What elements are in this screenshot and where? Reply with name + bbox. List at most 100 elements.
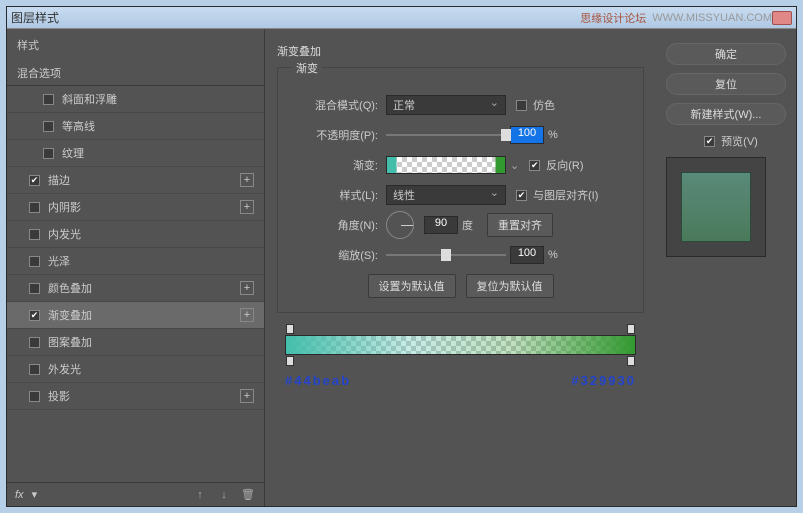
fieldset-legend: 渐变	[292, 60, 322, 76]
angle-input[interactable]: 90	[424, 216, 458, 234]
style-item-label: 光泽	[48, 253, 70, 269]
opacity-stop-left[interactable]	[286, 324, 294, 334]
reset-align-button[interactable]: 重置对齐	[487, 213, 553, 237]
style-checkbox[interactable]	[29, 175, 40, 186]
style-item-11[interactable]: 投影 +	[7, 383, 264, 410]
styles-sidebar: 样式 混合选项 斜面和浮雕等高线纹理描边 + 内阴影 + 内发光光泽颜色叠加 + 渐变叠加 +…	[7, 29, 265, 506]
chevron-down-icon[interactable]: ▾	[32, 488, 38, 501]
right-panel: 确定 复位 新建样式(W)... 预览(V)	[656, 29, 796, 506]
gradient-swatch[interactable]	[386, 156, 506, 174]
style-item-6[interactable]: 光泽	[7, 248, 264, 275]
style-item-label: 内阴影	[48, 199, 81, 215]
arrow-up-icon[interactable]: ↑	[192, 487, 208, 503]
plus-icon[interactable]: +	[240, 200, 254, 214]
gradient-bar[interactable]	[285, 335, 636, 355]
style-item-label: 等高线	[62, 118, 95, 134]
style-checkbox[interactable]	[43, 94, 54, 105]
main-panel: 渐变叠加 渐变 混合模式(Q): 正常 仿色 不透明度(P): 100 % 渐变…	[265, 29, 656, 506]
style-checkbox[interactable]	[43, 121, 54, 132]
plus-icon[interactable]: +	[240, 389, 254, 403]
opacity-label: 不透明度(P):	[292, 127, 378, 143]
style-item-10[interactable]: 外发光	[7, 356, 264, 383]
opacity-stop-right[interactable]	[627, 324, 635, 334]
style-item-label: 外发光	[48, 361, 81, 377]
chevron-down-icon[interactable]: ⌄	[510, 159, 519, 172]
style-checkbox[interactable]	[29, 337, 40, 348]
reverse-label: 反向(R)	[546, 157, 583, 173]
style-item-label: 斜面和浮雕	[62, 91, 117, 107]
cancel-button[interactable]: 复位	[666, 73, 786, 95]
opacity-unit: %	[548, 129, 558, 141]
style-item-7[interactable]: 颜色叠加 +	[7, 275, 264, 302]
style-item-3[interactable]: 描边 +	[7, 167, 264, 194]
blend-mode-select[interactable]: 正常	[386, 95, 506, 115]
style-checkbox[interactable]	[29, 283, 40, 294]
style-item-label: 渐变叠加	[48, 307, 92, 323]
align-checkbox[interactable]	[516, 190, 527, 201]
style-item-4[interactable]: 内阴影 +	[7, 194, 264, 221]
angle-dial[interactable]	[386, 211, 414, 239]
scale-unit: %	[548, 249, 558, 261]
style-label: 样式(L):	[292, 187, 378, 203]
hex-right: #329930	[571, 373, 636, 388]
style-checkbox[interactable]	[43, 148, 54, 159]
plus-icon[interactable]: +	[240, 308, 254, 322]
style-item-label: 纹理	[62, 145, 84, 161]
preview-label: 预览(V)	[721, 133, 758, 149]
fx-label[interactable]: fx	[15, 489, 24, 501]
close-icon[interactable]	[772, 11, 792, 25]
style-item-label: 投影	[48, 388, 70, 404]
dither-checkbox[interactable]	[516, 100, 527, 111]
scale-input[interactable]: 100	[510, 246, 544, 264]
preview-swatch	[681, 172, 751, 242]
style-item-5[interactable]: 内发光	[7, 221, 264, 248]
opacity-slider[interactable]	[386, 125, 506, 145]
style-item-1[interactable]: 等高线	[7, 113, 264, 140]
layer-style-dialog: 图层样式 思缘设计论坛 WWW.MISSYUAN.COM 样式 混合选项 斜面和…	[6, 6, 797, 507]
scale-label: 缩放(S):	[292, 247, 378, 263]
style-item-0[interactable]: 斜面和浮雕	[7, 86, 264, 113]
opacity-input[interactable]: 100	[510, 126, 544, 144]
color-stop-right[interactable]	[627, 356, 635, 366]
style-checkbox[interactable]	[29, 364, 40, 375]
reverse-checkbox[interactable]	[529, 160, 540, 171]
style-item-9[interactable]: 图案叠加	[7, 329, 264, 356]
angle-label: 角度(N):	[292, 217, 378, 233]
style-select[interactable]: 线性	[386, 185, 506, 205]
color-stop-left[interactable]	[286, 356, 294, 366]
dither-label: 仿色	[533, 97, 555, 113]
blend-options-header[interactable]: 混合选项	[7, 61, 264, 86]
set-default-button[interactable]: 设置为默认值	[368, 274, 456, 298]
watermark-url: WWW.MISSYUAN.COM	[652, 12, 772, 24]
preview-checkbox[interactable]	[704, 136, 715, 147]
style-item-8[interactable]: 渐变叠加 +	[7, 302, 264, 329]
gradient-editor: #44beab #329930	[277, 335, 644, 388]
style-item-label: 内发光	[48, 226, 81, 242]
ok-button[interactable]: 确定	[666, 43, 786, 65]
style-checkbox[interactable]	[29, 202, 40, 213]
style-item-label: 图案叠加	[48, 334, 92, 350]
watermark-forum: 思缘设计论坛	[580, 10, 646, 26]
section-title: 渐变叠加	[277, 43, 644, 59]
arrow-down-icon[interactable]: ↓	[216, 487, 232, 503]
trash-icon[interactable]: 🗑	[240, 487, 256, 503]
style-item-label: 颜色叠加	[48, 280, 92, 296]
styles-header: 样式	[7, 29, 264, 61]
style-item-label: 描边	[48, 172, 70, 188]
style-checkbox[interactable]	[29, 256, 40, 267]
window-title: 图层样式	[11, 9, 59, 26]
plus-icon[interactable]: +	[240, 173, 254, 187]
align-label: 与图层对齐(I)	[533, 187, 598, 203]
titlebar: 图层样式 思缘设计论坛 WWW.MISSYUAN.COM	[7, 7, 796, 29]
style-checkbox[interactable]	[29, 391, 40, 402]
style-checkbox[interactable]	[29, 310, 40, 321]
gradient-fieldset: 渐变 混合模式(Q): 正常 仿色 不透明度(P): 100 % 渐变: ⌄	[277, 67, 644, 313]
gradient-label: 渐变:	[292, 157, 378, 173]
plus-icon[interactable]: +	[240, 281, 254, 295]
hex-left: #44beab	[285, 373, 351, 388]
style-checkbox[interactable]	[29, 229, 40, 240]
scale-slider[interactable]	[386, 245, 506, 265]
reset-default-button[interactable]: 复位为默认值	[466, 274, 554, 298]
style-item-2[interactable]: 纹理	[7, 140, 264, 167]
new-style-button[interactable]: 新建样式(W)...	[666, 103, 786, 125]
